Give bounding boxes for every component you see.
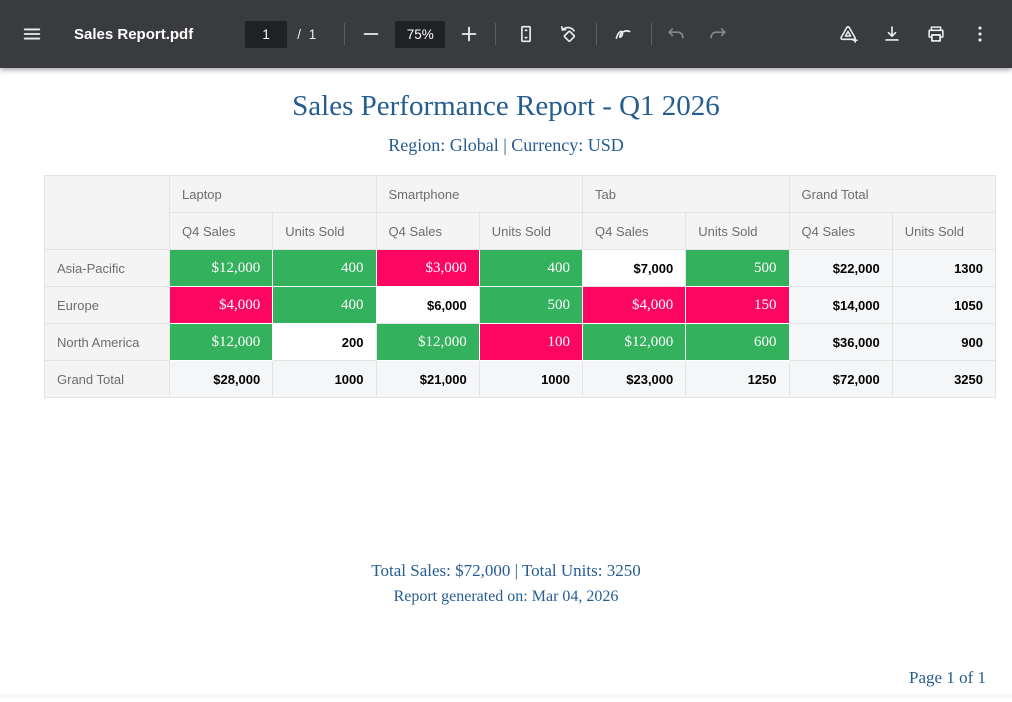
triangle-add-icon xyxy=(837,23,859,45)
row-label: Europe xyxy=(45,287,170,324)
print-icon xyxy=(925,23,947,45)
table-cell: 150 xyxy=(686,287,789,324)
table-cell: 400 xyxy=(273,250,376,287)
corner-cell xyxy=(45,176,170,250)
sub-header-smartphone-q4-sales: Q4 Sales xyxy=(377,213,480,250)
table-row-europe: Europe$4,000400$6,000500$4,000150$14,000… xyxy=(45,287,996,324)
sub-header-tab-units-sold: Units Sold xyxy=(686,213,789,250)
pdf-viewer-toolbar: Sales Report.pdf / 1 75% xyxy=(0,0,1012,68)
table-cell: 1300 xyxy=(893,250,996,287)
toolbar-divider xyxy=(495,23,496,45)
print-button[interactable] xyxy=(920,18,952,50)
table-cell: $4,000 xyxy=(583,287,686,324)
rotate-button[interactable] xyxy=(552,18,584,50)
table-cell: $28,000 xyxy=(170,361,273,398)
table-cell: $4,000 xyxy=(170,287,273,324)
table-cell: 3250 xyxy=(893,361,996,398)
row-label: North America xyxy=(45,324,170,361)
page-footer: Page 1 of 1 xyxy=(909,668,986,688)
table-cell: $72,000 xyxy=(790,361,893,398)
toolbar-divider xyxy=(344,23,345,45)
group-header-tab: Tab xyxy=(583,176,790,213)
redo-button[interactable] xyxy=(702,18,734,50)
table-cell: 1050 xyxy=(893,287,996,324)
page-number-input[interactable] xyxy=(245,21,287,48)
more-options-button[interactable] xyxy=(964,18,996,50)
table-cell: 500 xyxy=(686,250,789,287)
toolbar-divider xyxy=(596,23,597,45)
table-cell: $22,000 xyxy=(790,250,893,287)
table-cell: $23,000 xyxy=(583,361,686,398)
table-cell: $12,000 xyxy=(583,324,686,361)
row-label: Grand Total xyxy=(45,361,170,398)
generated-line: Report generated on: Mar 04, 2026 xyxy=(0,588,1012,606)
zoom-in-button[interactable] xyxy=(453,18,485,50)
table-cell: $14,000 xyxy=(790,287,893,324)
table-cell: $36,000 xyxy=(790,324,893,361)
table-cell: 400 xyxy=(273,287,376,324)
undo-icon xyxy=(665,23,687,45)
table-cell: 1000 xyxy=(480,361,583,398)
add-annotation-button[interactable] xyxy=(832,18,864,50)
sub-header-row: Q4 SalesUnits SoldQ4 SalesUnits SoldQ4 S… xyxy=(45,213,996,250)
minus-icon xyxy=(360,23,382,45)
sub-header-laptop-q4-sales: Q4 Sales xyxy=(170,213,273,250)
table-cell: $12,000 xyxy=(170,250,273,287)
sales-table-body: Asia-Pacific$12,000400$3,000400$7,000500… xyxy=(45,250,996,398)
table-cell: 900 xyxy=(893,324,996,361)
page-count-label: / 1 xyxy=(297,27,318,42)
table-cell: 400 xyxy=(480,250,583,287)
document-title: Sales Report.pdf xyxy=(74,26,193,43)
kebab-menu-icon xyxy=(969,23,991,45)
table-cell: $3,000 xyxy=(377,250,480,287)
table-row-grand-total: Grand Total$28,0001000$21,0001000$23,000… xyxy=(45,361,996,398)
report-subtitle: Region: Global | Currency: USD xyxy=(0,135,1012,156)
pdf-page: Sales Performance Report - Q1 2026 Regio… xyxy=(0,68,1012,698)
menu-button[interactable] xyxy=(16,18,48,50)
download-button[interactable] xyxy=(876,18,908,50)
pen-squiggle-icon xyxy=(612,23,634,45)
undo-button[interactable] xyxy=(660,18,692,50)
zoom-out-button[interactable] xyxy=(355,18,387,50)
sales-table: LaptopSmartphoneTabGrand Total Q4 SalesU… xyxy=(44,175,996,398)
table-cell: $7,000 xyxy=(583,250,686,287)
annotate-button[interactable] xyxy=(607,18,639,50)
zoom-level-display: 75% xyxy=(395,21,445,48)
group-header-grand-total: Grand Total xyxy=(790,176,997,213)
sub-header-tab-q4-sales: Q4 Sales xyxy=(583,213,686,250)
group-header-laptop: Laptop xyxy=(170,176,377,213)
group-header-row: LaptopSmartphoneTabGrand Total xyxy=(45,176,996,213)
table-cell: $12,000 xyxy=(170,324,273,361)
table-row-asia-pacific: Asia-Pacific$12,000400$3,000400$7,000500… xyxy=(45,250,996,287)
table-cell: 600 xyxy=(686,324,789,361)
table-cell: $6,000 xyxy=(377,287,480,324)
page-edge xyxy=(0,694,1012,698)
sub-header-smartphone-units-sold: Units Sold xyxy=(480,213,583,250)
table-cell: 1000 xyxy=(273,361,376,398)
report-title: Sales Performance Report - Q1 2026 xyxy=(0,68,1012,123)
table-cell: $12,000 xyxy=(377,324,480,361)
fit-page-icon xyxy=(515,23,537,45)
table-row-north-america: North America$12,000200$12,000100$12,000… xyxy=(45,324,996,361)
rotate-counterclockwise-icon xyxy=(557,23,579,45)
redo-icon xyxy=(707,23,729,45)
row-label: Asia-Pacific xyxy=(45,250,170,287)
toolbar-divider xyxy=(651,23,652,45)
hamburger-icon xyxy=(21,23,43,45)
totals-line: Total Sales: $72,000 | Total Units: 3250 xyxy=(0,561,1012,581)
fit-page-button[interactable] xyxy=(510,18,542,50)
table-cell: 100 xyxy=(480,324,583,361)
sub-header-grand-total-q4-sales: Q4 Sales xyxy=(790,213,893,250)
group-header-smartphone: Smartphone xyxy=(377,176,584,213)
plus-icon xyxy=(458,23,480,45)
table-cell: 500 xyxy=(480,287,583,324)
download-icon xyxy=(881,23,903,45)
table-cell: 200 xyxy=(273,324,376,361)
table-cell: $21,000 xyxy=(377,361,480,398)
sub-header-laptop-units-sold: Units Sold xyxy=(273,213,376,250)
sub-header-grand-total-units-sold: Units Sold xyxy=(893,213,996,250)
table-cell: 1250 xyxy=(686,361,789,398)
